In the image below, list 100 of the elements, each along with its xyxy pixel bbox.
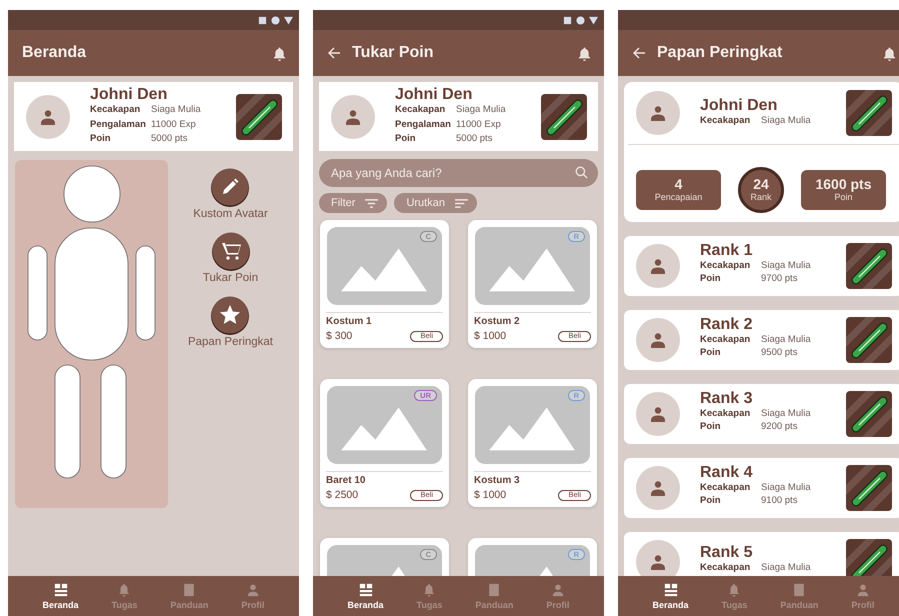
- screen-title: Tukar Poin: [352, 44, 434, 62]
- stat-label: Kecakapan: [700, 406, 752, 420]
- stat-value: Siaga Mulia: [456, 103, 506, 118]
- item-name: Kostum 1: [326, 316, 373, 328]
- circle-icon: [271, 16, 280, 24]
- layout-icon: [664, 582, 678, 596]
- stat-value: Siaga Mulia: [761, 114, 811, 128]
- player-name: Johni Den: [395, 86, 474, 104]
- nav-tab[interactable]: Beranda: [648, 576, 693, 616]
- screen-title: Beranda: [22, 44, 88, 62]
- avatar-icon: [636, 392, 680, 436]
- item-price: $ 2500: [326, 489, 358, 501]
- avatar-icon: [636, 91, 680, 135]
- person-icon: [246, 582, 260, 596]
- square-icon: [258, 16, 267, 24]
- search-icon: [575, 166, 588, 179]
- stat-label: Pengalaman: [395, 118, 452, 132]
- triangle-icon: [284, 16, 293, 24]
- image-placeholder-icon: [475, 227, 590, 305]
- circle-icon: [576, 16, 585, 24]
- summary-label: Pencapaian: [654, 192, 702, 203]
- square-icon: [563, 16, 572, 24]
- person-icon: [856, 582, 870, 596]
- book-icon: [792, 582, 806, 596]
- menu-button[interactable]: Papan Peringkat: [188, 295, 274, 349]
- stat-value: 9200 pts: [761, 420, 798, 432]
- player-name: Johni Den: [700, 97, 778, 114]
- notification-bell-icon[interactable]: [578, 46, 591, 60]
- stat-label: Kecakapan: [700, 561, 752, 574]
- rank-card[interactable]: Rank 1 Kecakapan Siaga Mulia Poin 9700 pts: [624, 236, 899, 296]
- summary-label: Rank: [750, 192, 772, 203]
- stat-label: Kecakapan: [700, 258, 752, 272]
- bell-icon: [727, 582, 742, 596]
- summary-value: 24: [753, 177, 769, 192]
- nav-tab[interactable]: Beranda: [38, 576, 83, 616]
- book-icon: [487, 582, 502, 596]
- back-icon[interactable]: [632, 46, 646, 60]
- notification-bell-icon[interactable]: [883, 46, 896, 60]
- stat-value: Siaga Mulia: [761, 561, 811, 574]
- stat-value: 9100 pts: [761, 494, 798, 506]
- stat-label: Kecakapan: [90, 103, 142, 118]
- bell-icon: [422, 582, 436, 596]
- layout-icon: [358, 582, 372, 596]
- stat-label: Pengalaman: [90, 118, 147, 132]
- stat-label: Poin: [700, 346, 722, 358]
- rank-name: Rank 5: [700, 545, 754, 561]
- avatar-icon: [636, 244, 680, 288]
- stat-value: 11000 Exp: [151, 118, 196, 132]
- stat-value: 9500 pts: [761, 346, 798, 358]
- summary-label: Poin: [834, 192, 852, 203]
- stat-value: Siaga Mulia: [151, 103, 201, 118]
- sort-icon: [454, 198, 469, 208]
- rank-name: Rank 4: [700, 464, 754, 480]
- bell-icon: [117, 582, 132, 596]
- rank-card[interactable]: Rank 2 Kecakapan Siaga Mulia Poin 9500 pts: [624, 310, 899, 370]
- notification-bell-icon[interactable]: [273, 46, 286, 60]
- stat-label: Poin: [700, 494, 722, 506]
- stick-badge-icon: [846, 317, 892, 363]
- filter-icon: [364, 198, 380, 208]
- item-name: Kostum 2: [474, 316, 521, 328]
- book-icon: [182, 582, 196, 596]
- image-placeholder-icon: [475, 386, 590, 464]
- search-field[interactable]: Apa yang Anda cari?: [319, 159, 598, 187]
- screen-title: Papan Peringkat: [657, 44, 784, 62]
- item-price: $ 1000: [474, 489, 506, 501]
- image-placeholder-icon: [327, 386, 442, 464]
- back-icon[interactable]: [327, 46, 341, 60]
- rank-card[interactable]: Rank 4 Kecakapan Siaga Mulia Poin 9100 pts: [624, 458, 899, 518]
- pencil-icon: [210, 167, 250, 207]
- stick-badge-icon: [846, 243, 892, 289]
- star-icon: [210, 295, 250, 335]
- stat-value: 5000 pts: [151, 132, 188, 146]
- layout-icon: [54, 582, 68, 596]
- stat-value: Siaga Mulia: [761, 480, 811, 494]
- summary-value: 1600 pts: [815, 177, 872, 192]
- stick-badge-icon: [236, 94, 282, 140]
- avatar-icon: [636, 318, 680, 362]
- rank-card[interactable]: Rank 5 Kecakapan Siaga Mulia: [624, 532, 899, 576]
- stat-value: 9700 pts: [761, 272, 798, 284]
- cart-icon: [210, 231, 250, 271]
- rank-card[interactable]: Rank 3 Kecakapan Siaga Mulia Poin 9200 pts: [624, 384, 899, 444]
- person-icon: [550, 582, 565, 596]
- stick-badge-icon: [541, 94, 587, 140]
- menu-button[interactable]: Tukar Poin: [202, 231, 258, 285]
- stat-value: 11000 Exp: [456, 118, 501, 132]
- rank-name: Rank 1: [700, 242, 754, 258]
- stat-label: Kecakapan: [395, 103, 446, 118]
- nav-tab[interactable]: Beranda: [344, 576, 388, 616]
- stat-value: Siaga Mulia: [761, 332, 811, 346]
- item-price: $ 300: [326, 330, 352, 342]
- menu-button[interactable]: Kustom Avatar: [193, 167, 268, 221]
- stat-label: Poin: [395, 132, 417, 146]
- stat-value: 5000 pts: [456, 132, 492, 146]
- rank-name: Rank 2: [700, 316, 754, 332]
- stick-badge-icon: [846, 90, 892, 136]
- stat-label: Kecakapan: [700, 480, 752, 494]
- triangle-icon: [589, 16, 598, 24]
- stat-value: Siaga Mulia: [761, 406, 811, 420]
- stick-badge-icon: [846, 465, 892, 511]
- stat-label: Kecakapan: [700, 332, 752, 346]
